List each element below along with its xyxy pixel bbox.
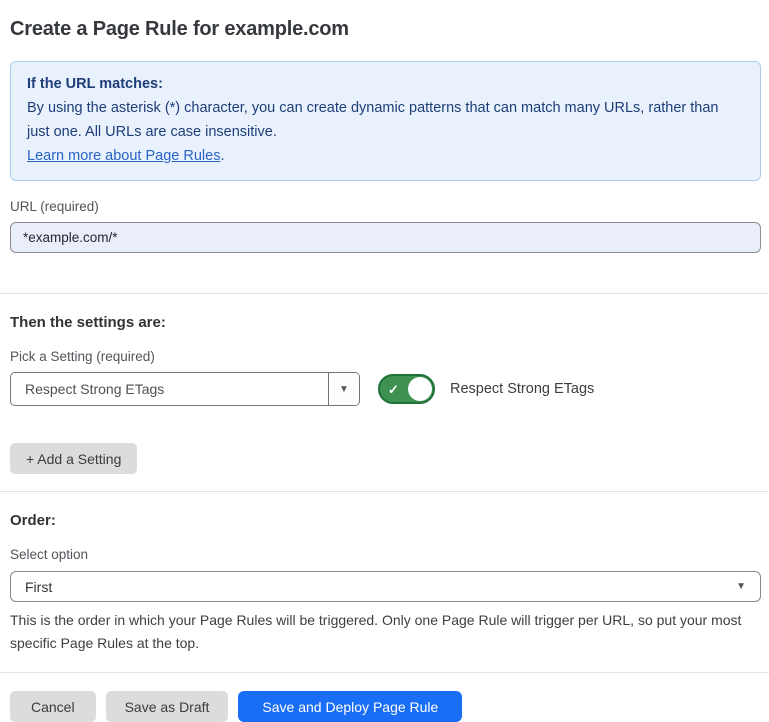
- url-match-info-box: If the URL matches: By using the asteris…: [10, 61, 761, 181]
- url-field-label: URL (required): [10, 199, 761, 214]
- order-select-label: Select option: [10, 547, 761, 562]
- setting-picker-label: Pick a Setting (required): [10, 349, 761, 364]
- order-select[interactable]: First ▼: [10, 571, 761, 602]
- order-help-text: This is the order in which your Page Rul…: [10, 609, 761, 654]
- settings-section-heading: Then the settings are:: [10, 314, 761, 331]
- order-select-value: First: [25, 579, 736, 595]
- page-rule-form: Create a Page Rule for example.com If th…: [0, 0, 769, 722]
- toggle-knob: [408, 377, 432, 401]
- cancel-button[interactable]: Cancel: [10, 691, 96, 722]
- page-title: Create a Page Rule for example.com: [10, 18, 761, 41]
- divider-settings-order: [0, 491, 769, 492]
- setting-toggle-label: Respect Strong ETags: [450, 381, 594, 397]
- setting-select[interactable]: Respect Strong ETags ▼: [10, 372, 360, 406]
- actions-row: Cancel Save as Draft Save and Deploy Pag…: [10, 691, 761, 722]
- learn-more-link[interactable]: Learn more about Page Rules: [27, 148, 220, 164]
- link-suffix: .: [220, 148, 224, 164]
- setting-select-arrow-section[interactable]: ▼: [328, 373, 359, 405]
- divider-actions: [0, 672, 769, 673]
- save-as-draft-button[interactable]: Save as Draft: [106, 691, 229, 722]
- chevron-down-icon: ▼: [736, 581, 746, 592]
- divider-url-settings: [0, 293, 769, 294]
- info-box-link-line: Learn more about Page Rules.: [27, 144, 744, 168]
- check-icon: ✓: [388, 383, 399, 396]
- setting-row: Respect Strong ETags ▼ ✓ Respect Strong …: [10, 372, 761, 406]
- save-and-deploy-button[interactable]: Save and Deploy Page Rule: [238, 691, 462, 722]
- setting-toggle[interactable]: ✓: [378, 374, 435, 404]
- order-section-heading: Order:: [10, 512, 761, 529]
- add-setting-button[interactable]: + Add a Setting: [10, 443, 137, 474]
- url-input[interactable]: [10, 222, 761, 253]
- dropdown-arrow-icon: ▼: [339, 384, 349, 395]
- info-box-body: By using the asterisk (*) character, you…: [27, 96, 744, 144]
- setting-select-value: Respect Strong ETags: [11, 373, 328, 405]
- info-box-heading: If the URL matches:: [27, 72, 744, 96]
